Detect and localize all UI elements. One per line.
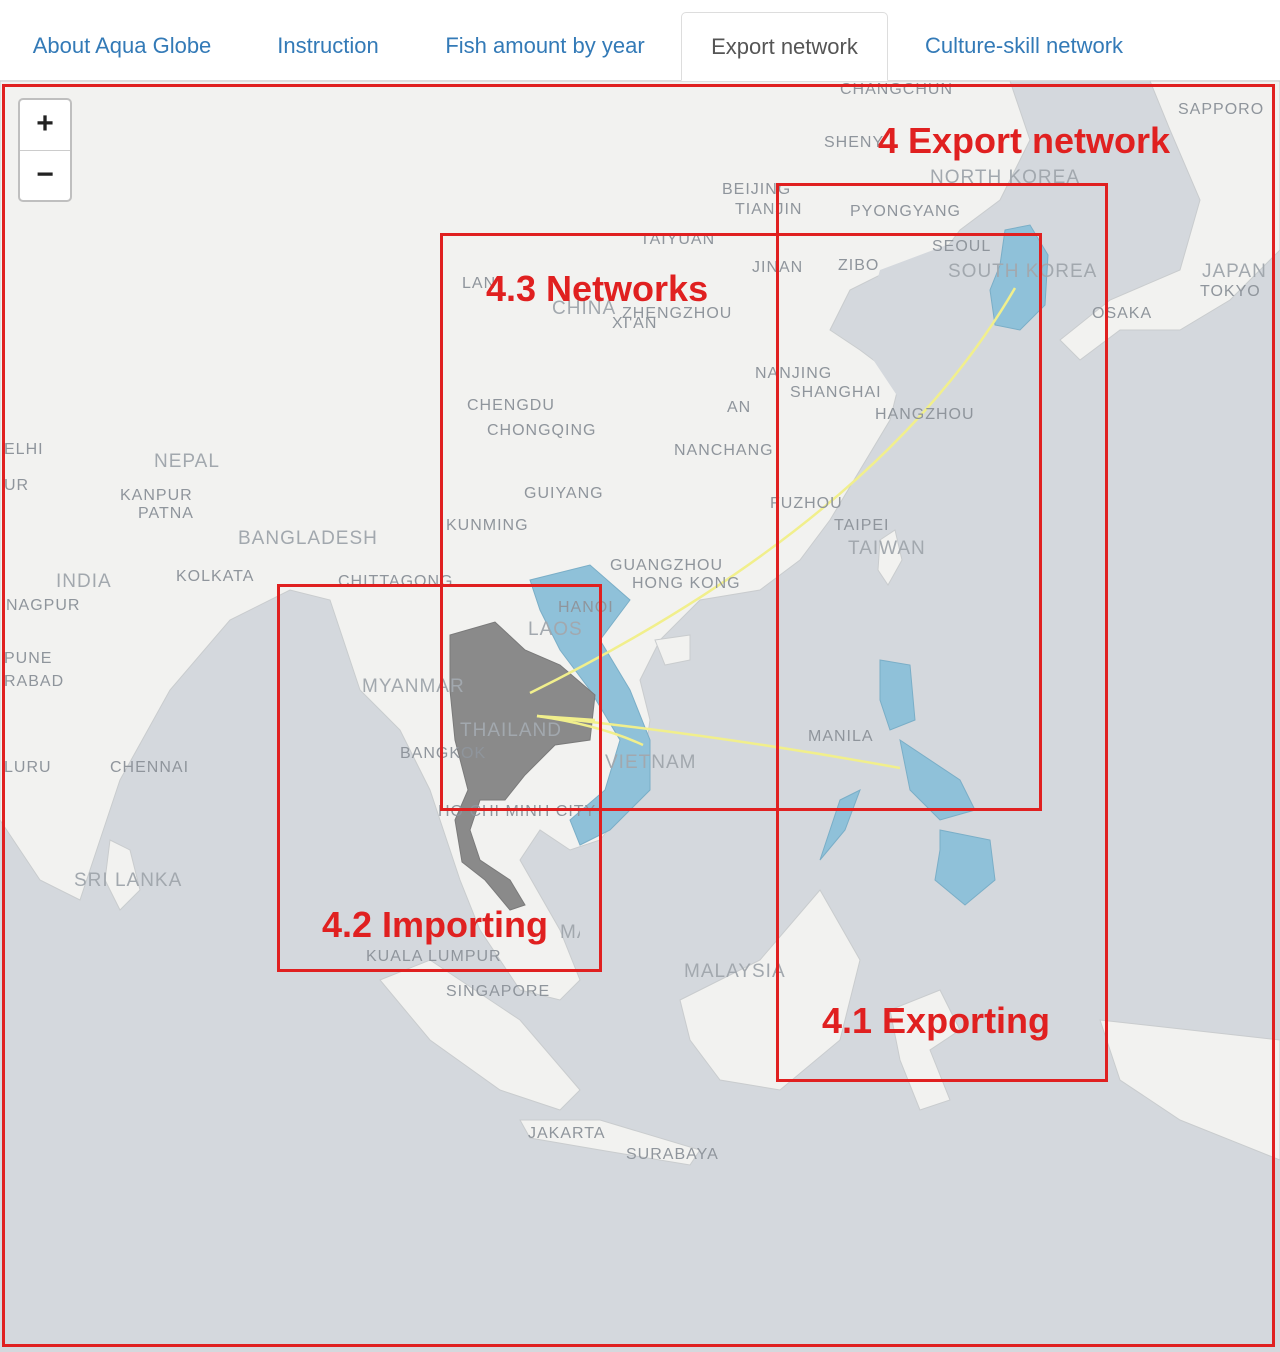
tab-culture-skill-network[interactable]: Culture-skill network (891, 12, 1157, 80)
annotation-label-export-network: 4 Export network (878, 120, 1171, 161)
annotation-label-networks: 4.3 Networks (486, 268, 709, 309)
annotation-label-importing: 4.2 Importing (322, 904, 549, 945)
tab-about-aqua-globe[interactable]: About Aqua Globe (0, 12, 244, 80)
tab-instruction[interactable]: Instruction (247, 12, 409, 80)
tab-fish-amount-by-year[interactable]: Fish amount by year (412, 12, 678, 80)
tab-bar: About Aqua Globe Instruction Fish amount… (0, 0, 1280, 81)
tab-export-network[interactable]: Export network (681, 12, 888, 81)
annotation-label-exporting: 4.1 Exporting (822, 1000, 1051, 1041)
